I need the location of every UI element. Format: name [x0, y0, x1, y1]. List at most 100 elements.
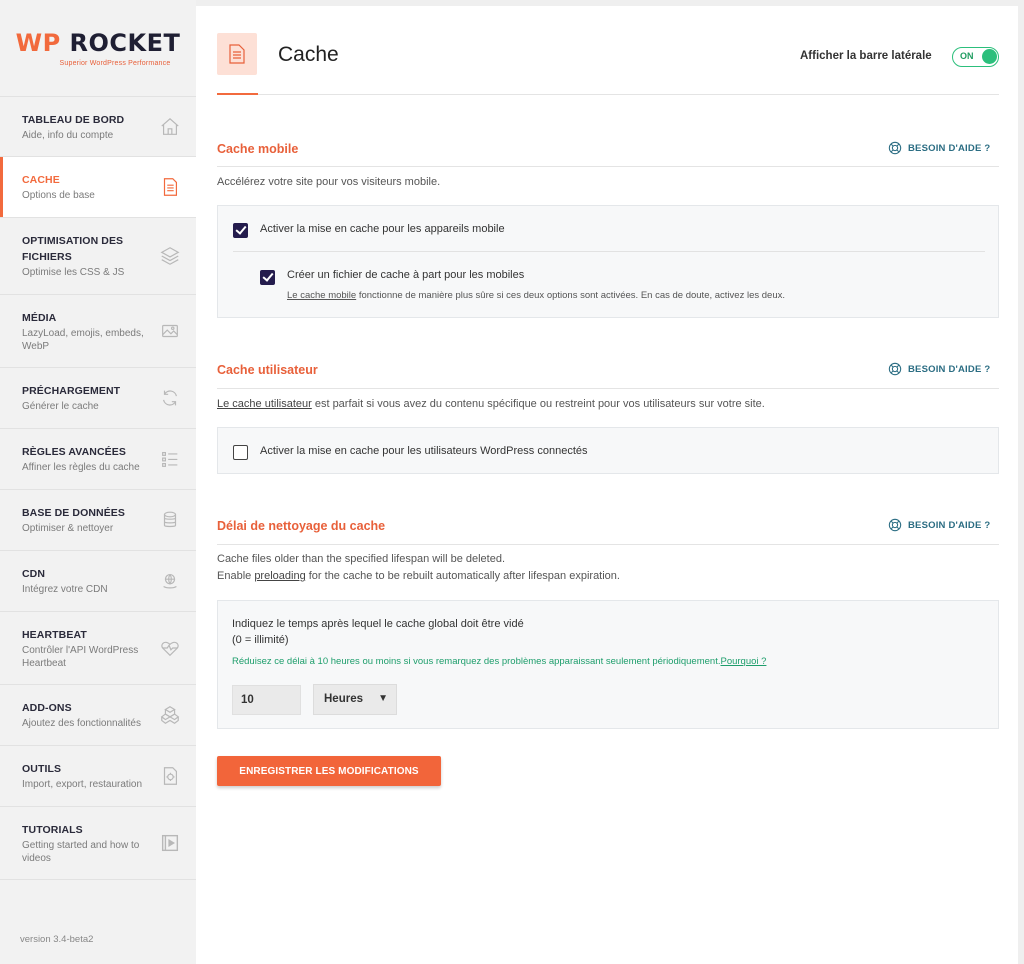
help-label: BESOIN D'AIDE ?	[908, 519, 991, 531]
sidebar-item-desc: Intégrez votre CDN	[22, 584, 108, 595]
field-label-line-1: Indiquez le temps après lequel le cache …	[232, 618, 524, 630]
section-divider	[217, 544, 999, 545]
sidebar-toggle[interactable]: ON	[952, 47, 999, 67]
save-changes-button[interactable]: ENREGISTRER LES MODIFICATIONS	[217, 756, 441, 786]
logo-wordmark: WP ROCKET	[15, 29, 181, 57]
section-desc-mobile: Accélérez votre site pour vos visiteurs …	[217, 176, 441, 188]
sidebar-toggle-label: Afficher la barre latérale	[800, 50, 932, 62]
sidebar-item-media[interactable]: MÉDIA LazyLoad, emojis, embeds, WebP	[0, 295, 196, 368]
sidebar-item-desc: LazyLoad, emojis, embeds, WebP	[22, 327, 144, 352]
mobile-cache-doc-link[interactable]: Le cache mobile	[287, 290, 356, 301]
why-link[interactable]: Pourquoi ?	[720, 656, 766, 667]
section-divider	[217, 166, 999, 167]
sidebar-item-title: MÉDIA	[22, 311, 57, 324]
sidebar-item-title: CDN	[22, 568, 46, 580]
document-icon	[163, 178, 178, 196]
document-icon	[229, 44, 245, 64]
unit-selected-value: Heures	[324, 693, 363, 705]
layers-icon	[160, 247, 180, 265]
database-icon	[163, 511, 177, 528]
header-accent	[217, 93, 258, 95]
sidebar-item-title: TUTORIALS	[22, 823, 83, 836]
globe-icon	[163, 573, 177, 589]
separate-mobile-cache-checkbox[interactable]	[260, 270, 275, 285]
sidebar-item-desc: Optimiser & nettoyer	[22, 523, 114, 534]
toggle-state-label: ON	[960, 51, 974, 61]
sidebar-item-cache[interactable]: CACHE Options de base	[0, 157, 196, 218]
user-options-box: Activer la mise en cache pour les utilis…	[217, 427, 999, 474]
sidebar-item-title: OUTILS	[22, 763, 62, 775]
header-divider	[217, 94, 999, 95]
note-text: fonctionne de manière plus sûre si ces d…	[356, 290, 785, 301]
section-title-lifespan: Délai de nettoyage du cache	[217, 519, 386, 533]
mobile-cache-checkbox[interactable]	[233, 223, 248, 238]
logged-in-cache-label[interactable]: Activer la mise en cache pour les utilis…	[260, 445, 588, 457]
sidebar-item-desc: Import, export, restauration	[22, 779, 143, 790]
home-icon	[161, 117, 179, 135]
wp-rocket-logo[interactable]: WP ROCKET Superior WordPress Performance	[0, 0, 196, 97]
sidebar-item-title: RÈGLES AVANCÉES	[22, 446, 126, 458]
cache-header-icon	[217, 33, 257, 75]
lifespan-unit-select[interactable]: Heures ▼	[313, 684, 397, 715]
sidebar-item-heartbeat[interactable]: HEARTBEAT Contrôler l'API WordPress Heart…	[0, 612, 196, 685]
sidebar-item-tools[interactable]: OUTILS Import, export, restauration	[0, 746, 196, 807]
sidebar-item-advanced-rules[interactable]: RÈGLES AVANCÉES Affiner les règles du cac…	[0, 429, 196, 490]
image-icon	[162, 324, 178, 338]
sidebar-item-addons[interactable]: ADD-ONS Ajoutez des fonctionnalités	[0, 685, 196, 746]
preloading-link[interactable]: preloading	[254, 570, 305, 582]
list-icon	[162, 451, 178, 467]
heart-icon	[161, 641, 179, 657]
desc-text: Enable	[217, 570, 255, 582]
logged-in-cache-checkbox[interactable]	[233, 445, 248, 460]
desc-text: for the cache to be rebuilt automaticall…	[305, 570, 620, 582]
lifespan-field-label: Indiquez le temps après lequel le cache …	[232, 616, 524, 648]
tools-icon	[163, 767, 178, 785]
section-divider	[217, 388, 999, 389]
lifebuoy-icon	[888, 518, 902, 532]
sidebar-item-desc: Contrôler l'API WordPress Heartbeat	[22, 644, 139, 669]
user-cache-doc-link[interactable]: Le cache utilisateur	[217, 398, 312, 410]
addons-icon	[160, 706, 180, 724]
field-label-line-2: (0 = illimité)	[232, 634, 289, 646]
lifespan-box: Indiquez le temps après lequel le cache …	[217, 600, 999, 729]
sidebar-item-dashboard[interactable]: TABLEAU DE BORD Aide, info du compte	[0, 97, 196, 157]
help-label: BESOIN D'AIDE ?	[908, 142, 991, 154]
lifespan-value-input[interactable]: 10	[232, 685, 301, 715]
refresh-icon	[162, 390, 178, 406]
caret-down-icon: ▼	[378, 693, 388, 704]
desc-text: est parfait si vous avez du contenu spéc…	[311, 398, 765, 410]
sidebar-item-desc: Ajoutez des fonctionnalités	[22, 718, 141, 729]
sidebar: WP ROCKET Superior WordPress Performance…	[0, 0, 196, 964]
sidebar-item-title: PRÉCHARGEMENT	[22, 385, 121, 397]
sidebar-item-preload[interactable]: PRÉCHARGEMENT Générer le cache	[0, 368, 196, 429]
video-icon	[161, 834, 179, 852]
sidebar-item-desc: Options de base	[22, 190, 95, 201]
sidebar-item-title: CACHE	[22, 174, 60, 186]
lifespan-hint: Réduisez ce délai à 10 heures ou moins s…	[232, 656, 766, 667]
section-desc-user: Le cache utilisateur est parfait si vous…	[217, 396, 765, 413]
help-link-user[interactable]: BESOIN D'AIDE ?	[888, 362, 990, 376]
sidebar-item-desc: Optimise les CSS & JS	[22, 267, 125, 278]
mobile-cache-label[interactable]: Activer la mise en cache pour les appare…	[260, 223, 505, 235]
sidebar-item-title: TABLEAU DE BORD	[22, 113, 125, 126]
lifebuoy-icon	[888, 141, 902, 155]
sidebar-item-database[interactable]: BASE DE DONNÉES Optimiser & nettoyer	[0, 490, 196, 551]
sidebar-item-file-optimization[interactable]: OPTIMISATION DES FICHIERS Optimise les CS…	[0, 218, 196, 295]
sidebar-item-tutorials[interactable]: TUTORIALS Getting started and how to vide…	[0, 807, 196, 880]
help-link-lifespan[interactable]: BESOIN D'AIDE ?	[888, 518, 990, 532]
sidebar-item-title: HEARTBEAT	[22, 628, 87, 641]
desc-line-2: Enable preloading for the cache to be re…	[217, 568, 620, 585]
help-label: BESOIN D'AIDE ?	[908, 363, 991, 375]
sidebar-item-title: ADD-ONS	[22, 702, 72, 714]
page-title: Cache	[278, 43, 339, 66]
help-link-mobile[interactable]: BESOIN D'AIDE ?	[888, 141, 990, 155]
logo-tagline: Superior WordPress Performance	[59, 60, 171, 67]
sidebar-item-desc: Générer le cache	[22, 401, 99, 412]
separate-mobile-cache-label[interactable]: Créer un fichier de cache à part pour le…	[287, 269, 524, 281]
sidebar-item-title: OPTIMISATION DES FICHIERS	[22, 235, 124, 263]
sidebar-item-cdn[interactable]: CDN Intégrez votre CDN	[0, 551, 196, 612]
sidebar-item-title: BASE DE DONNÉES	[22, 507, 126, 519]
hint-text: Réduisez ce délai à 10 heures ou moins s…	[232, 656, 721, 667]
sidebar-item-desc: Getting started and how to videos	[22, 839, 140, 864]
main-panel: Cache Afficher la barre latérale ON Cach…	[196, 6, 1018, 964]
